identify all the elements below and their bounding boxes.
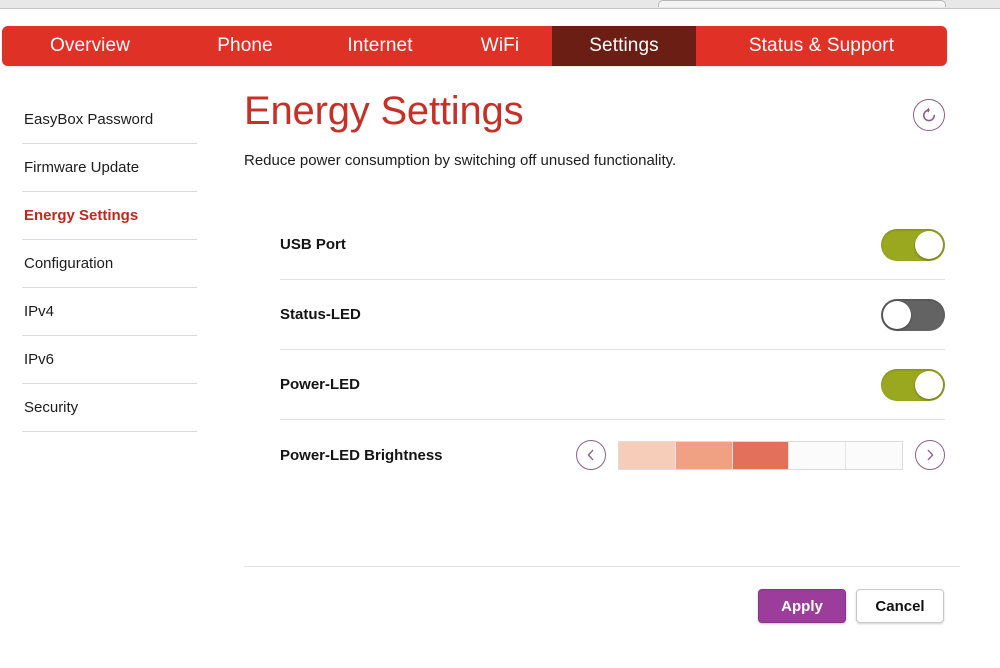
setting-label: Status-LED bbox=[280, 306, 361, 323]
main-content: Energy Settings Reduce power consumption… bbox=[244, 88, 960, 169]
sidebar-item-ipv6[interactable]: IPv6 bbox=[22, 336, 197, 384]
chevron-left-icon[interactable] bbox=[576, 440, 606, 470]
brightness-stepper bbox=[576, 440, 945, 470]
sidebar-item-configuration[interactable]: Configuration bbox=[22, 240, 197, 288]
footer-buttons: Apply Cancel bbox=[244, 589, 944, 623]
sidebar-item-ipv4[interactable]: IPv4 bbox=[22, 288, 197, 336]
sidebar-menu: EasyBox Password Firmware Update Energy Se… bbox=[22, 96, 197, 432]
nav-item-status-support[interactable]: Status & Support bbox=[696, 26, 947, 66]
settings-rows: USB Port Status-LED Power-LED Power-LED Bri… bbox=[280, 210, 945, 490]
brightness-segment-1[interactable] bbox=[619, 441, 676, 469]
brightness-segment-2[interactable] bbox=[675, 441, 733, 469]
nav-item-wifi[interactable]: WiFi bbox=[448, 26, 552, 66]
toggle-usb-port[interactable] bbox=[881, 228, 945, 261]
toggle-knob bbox=[883, 300, 911, 329]
brightness-segment-5[interactable] bbox=[846, 441, 902, 469]
nav-item-overview[interactable]: Overview bbox=[2, 26, 178, 66]
browser-chrome-strip bbox=[0, 0, 1000, 9]
setting-label: USB Port bbox=[280, 236, 346, 253]
cancel-button[interactable]: Cancel bbox=[856, 589, 944, 623]
sidebar-item-security[interactable]: Security bbox=[22, 384, 197, 432]
page-subtitle: Reduce power consumption by switching of… bbox=[244, 152, 677, 169]
footer-divider bbox=[244, 566, 960, 567]
toggle-knob bbox=[915, 370, 943, 399]
sidebar-item-easybox-password[interactable]: EasyBox Password bbox=[22, 96, 197, 144]
toggle-knob bbox=[915, 230, 943, 259]
reload-icon-glyph bbox=[923, 107, 936, 122]
nav-item-internet[interactable]: Internet bbox=[312, 26, 448, 66]
setting-row-status-led: Status-LED bbox=[280, 280, 945, 350]
apply-button[interactable]: Apply bbox=[758, 589, 846, 623]
chevron-right-icon[interactable] bbox=[915, 440, 945, 470]
main-navigation: Overview Phone Internet WiFi Settings Status … bbox=[2, 26, 947, 66]
chevron-right-icon-glyph bbox=[927, 449, 934, 461]
sidebar-item-energy-settings[interactable]: Energy Settings bbox=[22, 192, 197, 240]
page-title: Energy Settings bbox=[244, 89, 524, 133]
nav-item-phone[interactable]: Phone bbox=[178, 26, 312, 66]
toggle-power-led[interactable] bbox=[881, 368, 945, 401]
setting-row-power-led-brightness: Power-LED Brightness bbox=[280, 420, 945, 490]
brightness-label: Power-LED Brightness bbox=[280, 446, 443, 464]
brightness-segment-3[interactable] bbox=[732, 441, 790, 469]
brightness-track[interactable] bbox=[618, 440, 903, 470]
reload-icon[interactable] bbox=[913, 99, 945, 131]
browser-tab[interactable] bbox=[658, 0, 946, 7]
brightness-segment-4[interactable] bbox=[789, 441, 847, 469]
chevron-left-icon-glyph bbox=[587, 449, 594, 461]
setting-row-power-led: Power-LED bbox=[280, 350, 945, 420]
setting-label: Power-LED bbox=[280, 376, 361, 393]
toggle-status-led[interactable] bbox=[881, 298, 945, 331]
sidebar-item-firmware-update[interactable]: Firmware Update bbox=[22, 144, 197, 192]
setting-row-usb-port: USB Port bbox=[280, 210, 945, 280]
nav-item-settings[interactable]: Settings bbox=[552, 26, 696, 66]
